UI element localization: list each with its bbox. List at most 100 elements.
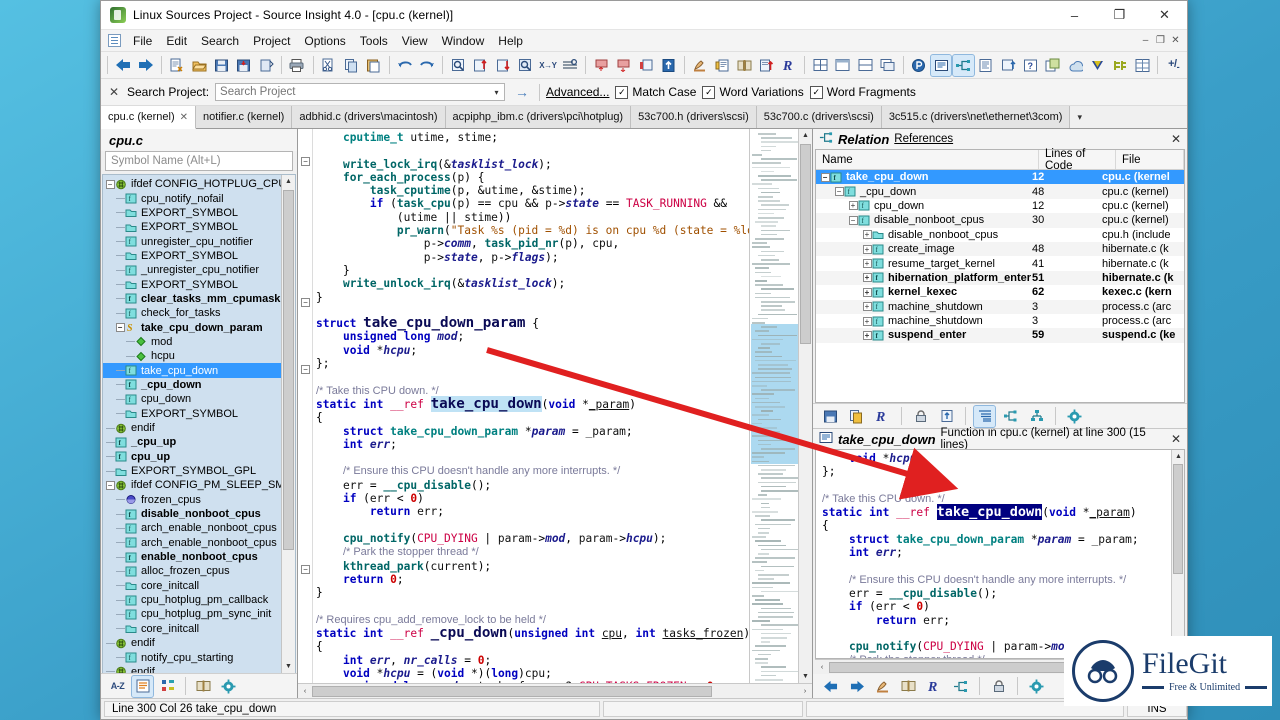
code-minimap[interactable]: ▲ ▼ <box>749 129 812 683</box>
collapse-toggle-icon[interactable]: − <box>820 172 830 182</box>
symbol-tree-item[interactable]: − ifdef CONFIG_PM_SLEEP_SMP <box>103 478 295 492</box>
menu-tools[interactable]: Tools <box>353 32 395 50</box>
menu-search[interactable]: Search <box>194 32 246 50</box>
code-text[interactable]: cputime_t utime, stime; write_lock_irq(&… <box>316 131 749 683</box>
tile-windows-icon[interactable] <box>810 55 830 76</box>
word-fragments-checkbox[interactable]: ✓ <box>809 85 823 99</box>
file-tab-adbhid-c[interactable]: adbhid.c (drivers\macintosh) <box>292 106 446 128</box>
mdi-minimize-button[interactable]: – <box>1138 33 1153 48</box>
symbol-window-icon[interactable] <box>712 55 732 76</box>
symbol-tree[interactable]: − ifdef CONFIG_HOTPLUG_CPU f cpu_notify_nof… <box>102 174 296 673</box>
scroll-down-icon[interactable]: ▼ <box>799 670 812 683</box>
context-vertical-scrollbar[interactable]: ▲ ▼ <box>1171 450 1184 658</box>
settings-gear-icon[interactable] <box>1026 676 1047 697</box>
scrollbar-thumb[interactable] <box>1173 464 1183 574</box>
search-combo[interactable]: ▾ <box>215 83 506 101</box>
search-go-icon[interactable]: → <box>511 84 533 100</box>
outline-view-icon[interactable] <box>973 404 996 428</box>
find-previous-icon[interactable] <box>471 55 491 76</box>
collapse-toggle-icon[interactable]: − <box>115 323 125 333</box>
symbol-tree-item[interactable]: frozen_cpus <box>103 493 295 507</box>
maximize-button[interactable]: ❐ <box>1097 1 1142 29</box>
editor-vertical-scrollbar[interactable]: ▲ ▼ <box>798 129 812 683</box>
scrollbar-thumb[interactable] <box>312 685 712 697</box>
editor-horizontal-scrollbar[interactable]: ‹ › <box>298 683 812 698</box>
mdi-restore-button[interactable]: ❐ <box>1153 33 1168 48</box>
settings-gear-icon[interactable] <box>218 676 239 697</box>
word-variations-option[interactable]: ✓ Word Variations <box>702 85 804 99</box>
horizontal-split-icon[interactable] <box>833 55 853 76</box>
word-variations-checkbox[interactable]: ✓ <box>702 85 716 99</box>
expand-toggle-icon[interactable]: + <box>848 201 858 211</box>
symbol-tree-item[interactable]: − Stake_cpu_down_param <box>103 320 295 334</box>
bookmark-toggle-icon[interactable] <box>636 55 656 76</box>
symbol-tree-item[interactable]: EXPORT_SYMBOL <box>103 206 295 220</box>
column-header-file[interactable]: File <box>1116 150 1184 169</box>
symbol-tree-item[interactable]: EXPORT_SYMBOL <box>103 277 295 291</box>
lock-icon[interactable] <box>910 406 931 427</box>
scroll-right-icon[interactable]: › <box>798 685 812 698</box>
word-fragments-option[interactable]: ✓ Word Fragments <box>809 85 916 99</box>
project-window-icon[interactable] <box>909 55 929 76</box>
expand-toggle-icon[interactable]: + <box>862 302 872 312</box>
highlight-word-icon[interactable] <box>690 55 710 76</box>
relation-row[interactable]: + f resume_target_kernel 41 hibernate.c (k <box>816 256 1184 270</box>
relation-window-icon[interactable]: R <box>779 55 799 76</box>
r-symbol-icon[interactable]: R <box>872 406 893 427</box>
symbol-tree-scrollbar[interactable]: ▲ ▼ <box>281 175 295 673</box>
tree-view-icon[interactable] <box>1026 406 1047 427</box>
symbol-tree-item[interactable]: f cpu_up <box>103 450 295 464</box>
fold-toggle-icon[interactable]: − <box>301 157 310 166</box>
bookmark-next-icon[interactable] <box>614 55 634 76</box>
symbol-tree-item[interactable]: EXPORT_SYMBOL <box>103 249 295 263</box>
menu-options[interactable]: Options <box>297 32 352 50</box>
collapse-toggle-icon[interactable]: − <box>105 179 115 189</box>
paste-icon[interactable] <box>363 55 383 76</box>
compare-files-icon[interactable] <box>1110 55 1130 76</box>
browse-symbols-icon[interactable] <box>734 55 754 76</box>
back-arrow-icon[interactable] <box>113 55 133 76</box>
file-tab-acpiphp-ibm-c[interactable]: acpiphp_ibm.c (drivers\pci\hotplug) <box>445 106 632 128</box>
save-file-icon[interactable] <box>211 55 231 76</box>
menu-window[interactable]: Window <box>435 32 492 50</box>
symbol-search-input[interactable]: Symbol Name (Alt+L) <box>105 151 293 171</box>
expand-toggle-icon[interactable]: + <box>862 316 872 326</box>
symbol-tree-item[interactable]: endif <box>103 421 295 435</box>
file-tabs-overflow-icon[interactable]: ▾ <box>1070 106 1089 128</box>
relation-row[interactable]: + f kernel_kexec 62 kexec.c (kern <box>816 285 1184 299</box>
scrollbar-thumb[interactable] <box>283 190 294 550</box>
context-code-text[interactable]: void *hcpu; }; /* Take this CPU down. */… <box>822 452 1172 658</box>
scroll-up-icon[interactable]: ▲ <box>282 175 295 188</box>
symbol-tree-item[interactable]: f unregister_cpu_notifier <box>103 234 295 248</box>
close-button[interactable]: ✕ <box>1142 1 1187 29</box>
save-all-icon[interactable] <box>234 55 254 76</box>
symbol-tree-item[interactable]: f cpu_hotplug_pm_sync_init <box>103 607 295 621</box>
open-file-icon[interactable] <box>189 55 209 76</box>
context-window-icon[interactable] <box>930 53 953 77</box>
symbol-tree-item[interactable]: f alloc_frozen_cpus <box>103 564 295 578</box>
scrollbar-thumb[interactable] <box>800 144 811 344</box>
copy-icon[interactable] <box>341 55 361 76</box>
cut-icon[interactable] <box>319 55 339 76</box>
relation-row[interactable]: + f cpu_down 12 cpu.c (kernel) <box>816 199 1184 213</box>
column-header-name[interactable]: Name <box>816 150 1039 169</box>
outline-icon[interactable] <box>998 55 1018 76</box>
relation-row[interactable]: + f create_image 48 hibernate.c (k <box>816 241 1184 257</box>
find-icon[interactable] <box>448 55 468 76</box>
symbol-tree-item[interactable]: f _cpu_up <box>103 435 295 449</box>
browse-book-icon[interactable] <box>898 676 919 697</box>
graph-view-icon[interactable] <box>1000 406 1021 427</box>
symbol-tree-item[interactable]: f arch_enable_nonboot_cpus <box>103 521 295 535</box>
expand-toggle-icon[interactable]: + <box>862 244 872 254</box>
zoom-toggle-icon[interactable]: +/- <box>1163 55 1183 76</box>
symbol-tree-item[interactable]: f cpu_down <box>103 392 295 406</box>
context-close-icon[interactable]: ✕ <box>1171 432 1181 446</box>
fold-toggle-icon[interactable]: − <box>301 565 310 574</box>
symbol-tree-item[interactable]: endif <box>103 636 295 650</box>
mdi-close-button[interactable]: ✕ <box>1168 33 1183 48</box>
settings-gear-icon[interactable] <box>1064 406 1085 427</box>
symbol-tree-item[interactable]: mod <box>103 335 295 349</box>
match-case-checkbox[interactable]: ✓ <box>615 85 629 99</box>
search-close-icon[interactable]: ✕ <box>107 85 121 99</box>
r-symbol-icon[interactable]: R <box>924 676 945 697</box>
